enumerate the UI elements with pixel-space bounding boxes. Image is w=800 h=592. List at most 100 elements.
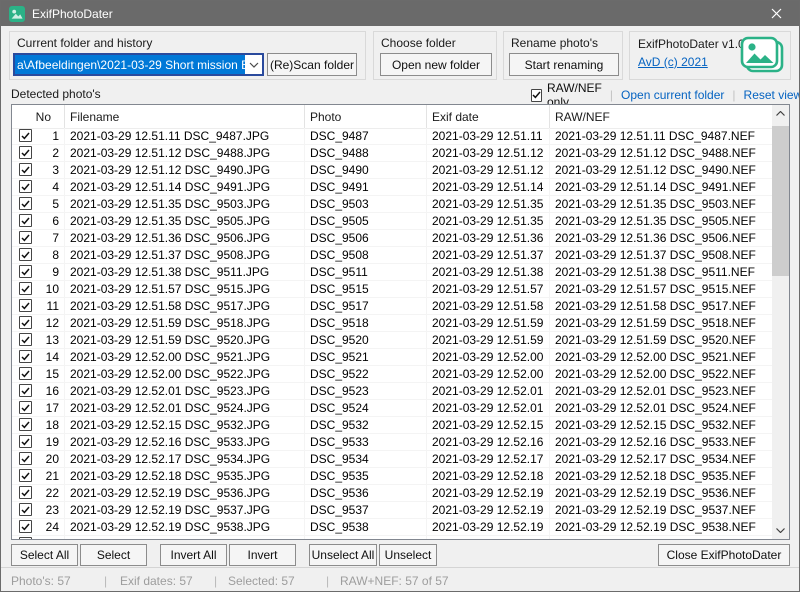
- table-row[interactable]: 8 2021-03-29 12.51.37 DSC_9508.JPG DSC_9…: [12, 247, 772, 264]
- table-row[interactable]: 11 2021-03-29 12.51.58 DSC_9517.JPG DSC_…: [12, 298, 772, 315]
- reset-view-link[interactable]: Reset view: [744, 88, 800, 102]
- row-photo-cell: DSC_9488: [305, 145, 427, 161]
- row-checkbox[interactable]: [19, 333, 32, 346]
- table-row[interactable]: 16 2021-03-29 12.52.01 DSC_9523.JPG DSC_…: [12, 383, 772, 400]
- row-checkbox[interactable]: [19, 129, 32, 142]
- select-all-button[interactable]: Select All: [11, 544, 78, 566]
- row-checkbox[interactable]: [19, 265, 32, 278]
- open-new-folder-button[interactable]: Open new folder: [380, 53, 492, 76]
- chevron-down-icon[interactable]: [245, 55, 262, 74]
- row-checkbox[interactable]: [19, 520, 32, 533]
- vertical-scrollbar[interactable]: [772, 105, 789, 539]
- row-filename-cell: 2021-03-29 12.51.58 DSC_9517.JPG: [65, 298, 305, 314]
- separator: |: [610, 88, 613, 102]
- row-filename-cell: 2021-03-29 12.51.11 DSC_9487.JPG: [65, 128, 305, 144]
- close-icon[interactable]: [753, 1, 799, 26]
- row-exif-date-cell: 2021-03-29 12.51.38: [427, 264, 550, 280]
- table-row[interactable]: 24 2021-03-29 12.52.19 DSC_9538.JPG DSC_…: [12, 519, 772, 536]
- row-checkbox[interactable]: [19, 282, 32, 295]
- copyright-link[interactable]: AvD (c) 2021: [638, 55, 708, 69]
- table-row[interactable]: 13 2021-03-29 12.51.59 DSC_9520.JPG DSC_…: [12, 332, 772, 349]
- table-row[interactable]: 17 2021-03-29 12.52.01 DSC_9524.JPG DSC_…: [12, 400, 772, 417]
- row-checkbox[interactable]: [19, 316, 32, 329]
- row-photo-cell: DSC_9535: [305, 468, 427, 484]
- table-row[interactable]: 19 2021-03-29 12.52.16 DSC_9533.JPG DSC_…: [12, 434, 772, 451]
- table-row[interactable]: 1 2021-03-29 12.51.11 DSC_9487.JPG DSC_9…: [12, 128, 772, 145]
- table-row[interactable]: 3 2021-03-29 12.51.12 DSC_9490.JPG DSC_9…: [12, 162, 772, 179]
- row-checkbox[interactable]: [19, 350, 32, 363]
- row-checkbox[interactable]: [19, 180, 32, 193]
- row-checkbox[interactable]: [19, 418, 32, 431]
- table-row[interactable]: 21 2021-03-29 12.52.18 DSC_9535.JPG DSC_…: [12, 468, 772, 485]
- row-checkbox[interactable]: [19, 214, 32, 227]
- row-checkbox[interactable]: [19, 469, 32, 482]
- table-row[interactable]: 7 2021-03-29 12.51.36 DSC_9506.JPG DSC_9…: [12, 230, 772, 247]
- unselect-all-button[interactable]: Unselect All: [309, 544, 377, 566]
- table-row[interactable]: 5 2021-03-29 12.51.35 DSC_9503.JPG DSC_9…: [12, 196, 772, 213]
- row-rawnef-cell: 2021-03-29 12.51.37 DSC_9508.NEF: [550, 247, 772, 263]
- table-row[interactable]: 9 2021-03-29 12.51.38 DSC_9511.JPG DSC_9…: [12, 264, 772, 281]
- scroll-down-icon[interactable]: [772, 522, 789, 539]
- table-row[interactable]: 23 2021-03-29 12.52.19 DSC_9537.JPG DSC_…: [12, 502, 772, 519]
- table-row[interactable]: 18 2021-03-29 12.52.15 DSC_9532.JPG DSC_…: [12, 417, 772, 434]
- table-row[interactable]: 4 2021-03-29 12.51.14 DSC_9491.JPG DSC_9…: [12, 179, 772, 196]
- row-filename-cell: 2021-03-29 12.51.35 DSC_9503.JPG: [65, 196, 305, 212]
- folder-history-combobox[interactable]: a\Afbeeldingen\2021-03-29 Short mission …: [13, 53, 264, 76]
- row-rawnef-cell: 2021-03-29 12.52.17 DSC_9534.NEF: [550, 451, 772, 467]
- row-filename-cell: 2021-03-29 12.51.37 DSC_9508.JPG: [65, 247, 305, 263]
- row-rawnef-cell: 2021-03-29 12.52.01 DSC_9523.NEF: [550, 383, 772, 399]
- close-app-button[interactable]: Close ExifPhotoDater: [658, 544, 790, 566]
- unselect-button[interactable]: Unselect: [379, 544, 437, 566]
- row-checkbox[interactable]: [19, 299, 32, 312]
- table-row[interactable]: 25 2021-03-29 13.30.27 DSC_9540.JPG DSC_…: [12, 536, 772, 539]
- row-checkbox[interactable]: [19, 486, 32, 499]
- row-filename-cell: 2021-03-29 12.52.19 DSC_9538.JPG: [65, 519, 305, 535]
- row-checkbox[interactable]: [19, 384, 32, 397]
- choose-folder-label: Choose folder: [381, 36, 456, 50]
- rename-photos-group: Rename photo's Start renaming: [503, 31, 623, 80]
- rescan-folder-button[interactable]: (Re)Scan folder: [267, 53, 357, 76]
- row-filename-cell: 2021-03-29 12.52.19 DSC_9537.JPG: [65, 502, 305, 518]
- table-row[interactable]: 14 2021-03-29 12.52.00 DSC_9521.JPG DSC_…: [12, 349, 772, 366]
- row-rawnef-cell: 2021-03-29 12.52.19 DSC_9537.NEF: [550, 502, 772, 518]
- column-header-exif-date[interactable]: Exif date: [427, 105, 550, 128]
- row-checkbox[interactable]: [19, 163, 32, 176]
- column-header-filename[interactable]: Filename: [65, 105, 305, 128]
- row-checkbox[interactable]: [19, 146, 32, 159]
- raw-nef-only-checkbox[interactable]: [531, 89, 542, 102]
- row-exif-date-cell: 2021-03-29 12.51.12: [427, 162, 550, 178]
- row-rawnef-cell: 2021-03-29 12.52.19 DSC_9538.NEF: [550, 519, 772, 535]
- column-header-photo[interactable]: Photo: [305, 105, 427, 128]
- table-row[interactable]: 6 2021-03-29 12.51.35 DSC_9505.JPG DSC_9…: [12, 213, 772, 230]
- table-row[interactable]: 2 2021-03-29 12.51.12 DSC_9488.JPG DSC_9…: [12, 145, 772, 162]
- row-exif-date-cell: 2021-03-29 12.51.14: [427, 179, 550, 195]
- column-header-no[interactable]: No: [12, 105, 65, 128]
- invert-all-button[interactable]: Invert All: [160, 544, 227, 566]
- row-checkbox[interactable]: [19, 401, 32, 414]
- row-checkbox[interactable]: [19, 231, 32, 244]
- row-checkbox[interactable]: [19, 435, 32, 448]
- row-checkbox[interactable]: [19, 367, 32, 380]
- row-checkbox[interactable]: [19, 537, 32, 539]
- scrollbar-thumb[interactable]: [772, 126, 789, 276]
- column-header-rawnef[interactable]: RAW/NEF: [550, 105, 772, 128]
- row-checkbox[interactable]: [19, 503, 32, 516]
- table-row[interactable]: 15 2021-03-29 12.52.00 DSC_9522.JPG DSC_…: [12, 366, 772, 383]
- table-row[interactable]: 20 2021-03-29 12.52.17 DSC_9534.JPG DSC_…: [12, 451, 772, 468]
- row-rawnef-cell: 2021-03-29 12.51.35 DSC_9505.NEF: [550, 213, 772, 229]
- scroll-up-icon[interactable]: [772, 105, 789, 122]
- row-checkbox[interactable]: [19, 452, 32, 465]
- select-button[interactable]: Select: [80, 544, 147, 566]
- row-photo-cell: DSC_9522: [305, 366, 427, 382]
- open-current-folder-link[interactable]: Open current folder: [621, 88, 724, 102]
- start-renaming-button[interactable]: Start renaming: [509, 53, 619, 76]
- row-checkbox[interactable]: [19, 197, 32, 210]
- row-photo-cell: DSC_9511: [305, 264, 427, 280]
- detected-photos-label: Detected photo's: [11, 87, 101, 101]
- table-row[interactable]: 10 2021-03-29 12.51.57 DSC_9515.JPG DSC_…: [12, 281, 772, 298]
- row-checkbox[interactable]: [19, 248, 32, 261]
- invert-button[interactable]: Invert: [229, 544, 296, 566]
- table-row[interactable]: 12 2021-03-29 12.51.59 DSC_9518.JPG DSC_…: [12, 315, 772, 332]
- table-row[interactable]: 22 2021-03-29 12.52.19 DSC_9536.JPG DSC_…: [12, 485, 772, 502]
- row-filename-cell: 2021-03-29 12.51.36 DSC_9506.JPG: [65, 230, 305, 246]
